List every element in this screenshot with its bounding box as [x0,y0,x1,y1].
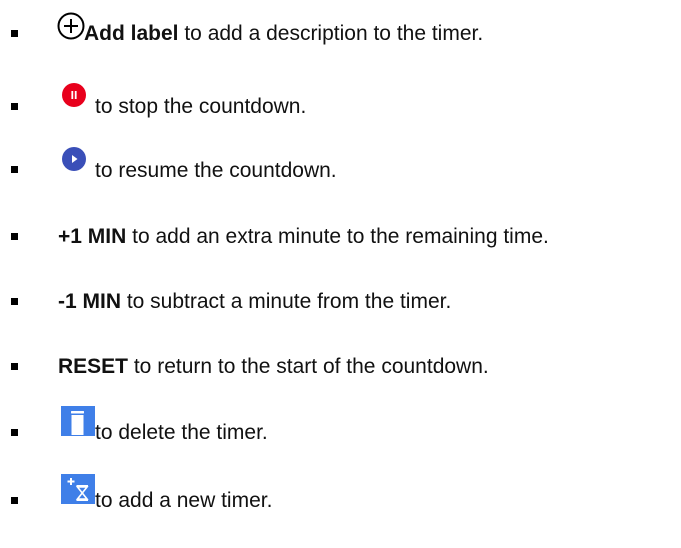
add-circle-icon [57,12,85,40]
bullet [11,298,18,305]
list-item-add-label: Add label to add a description to the ti… [0,10,681,54]
item-description: to add a new timer. [95,489,273,512]
item-bold-label: Add label [84,22,179,45]
list-item-minus-one-min: -1 MIN to subtract a minute from the tim… [0,279,681,323]
instruction-list: Add label to add a description to the ti… [0,0,681,548]
bullet [11,363,18,370]
trash-icon [61,406,95,436]
list-item-stop: to stop the countdown. [0,82,681,126]
item-bold-label: +1 MIN [58,225,127,248]
list-item-resume: to resume the countdown. [0,146,681,190]
item-description: to resume the countdown. [95,159,337,182]
item-text: +1 MIN to add an extra minute to the rem… [58,225,549,249]
bullet [11,166,18,173]
bullet [11,497,18,504]
item-text: -1 MIN to subtract a minute from the tim… [58,290,451,314]
item-description: to subtract a minute from the timer. [121,290,452,313]
item-text: to stop the countdown. [95,95,306,119]
bullet [11,233,18,240]
item-bold-label: RESET [58,355,129,378]
item-text: to resume the countdown. [95,159,337,183]
item-bold-label: -1 MIN [58,290,121,313]
list-item-plus-one-min: +1 MIN to add an extra minute to the rem… [0,214,681,258]
blue-play-icon [62,147,86,171]
add-timer-icon [61,474,95,504]
item-description: to stop the countdown. [95,95,307,118]
red-pause-icon [62,83,86,107]
list-item-delete: to delete the timer. [0,397,681,444]
item-description: to delete the timer. [95,421,268,444]
item-text: to delete the timer. [95,421,268,445]
list-item-reset: RESET to return to the start of the coun… [0,344,681,388]
item-text: RESET to return to the start of the coun… [58,355,489,379]
item-description: to add an extra minute to the remaining … [126,225,549,248]
item-description: to add a description to the timer. [178,22,484,45]
bullet [11,30,18,37]
item-text: Add label to add a description to the ti… [84,22,483,46]
item-description: to return to the start of the countdown. [128,355,489,378]
item-text: to add a new timer. [95,489,272,513]
bullet [11,429,18,436]
list-item-add-timer: to add a new timer. [0,469,681,513]
bullet [11,103,18,110]
